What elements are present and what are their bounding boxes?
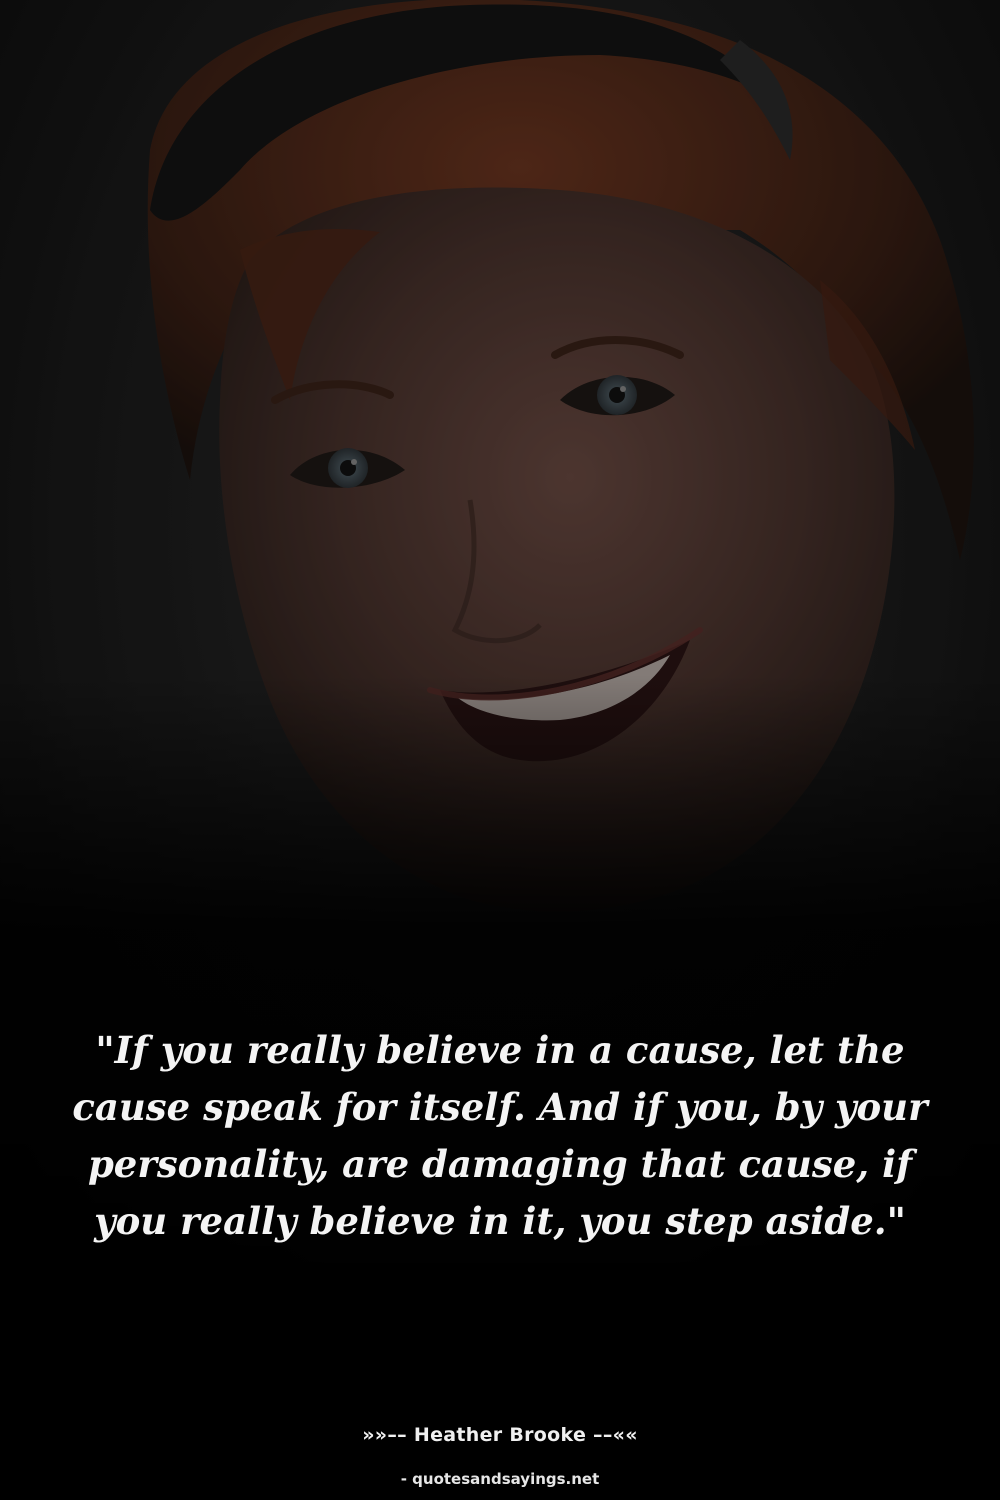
quote-block: "If you really believe in a cause, let t… xyxy=(60,1022,940,1250)
portrait-photo xyxy=(0,0,1000,1500)
quote-text: "If you really believe in a cause, let t… xyxy=(72,1028,928,1243)
source-credit: - quotesandsayings.net xyxy=(400,1470,600,1488)
author-attribution: »»–– Heather Brooke ––«« xyxy=(362,1424,638,1446)
quote-card: "If you really believe in a cause, let t… xyxy=(0,0,1000,1500)
